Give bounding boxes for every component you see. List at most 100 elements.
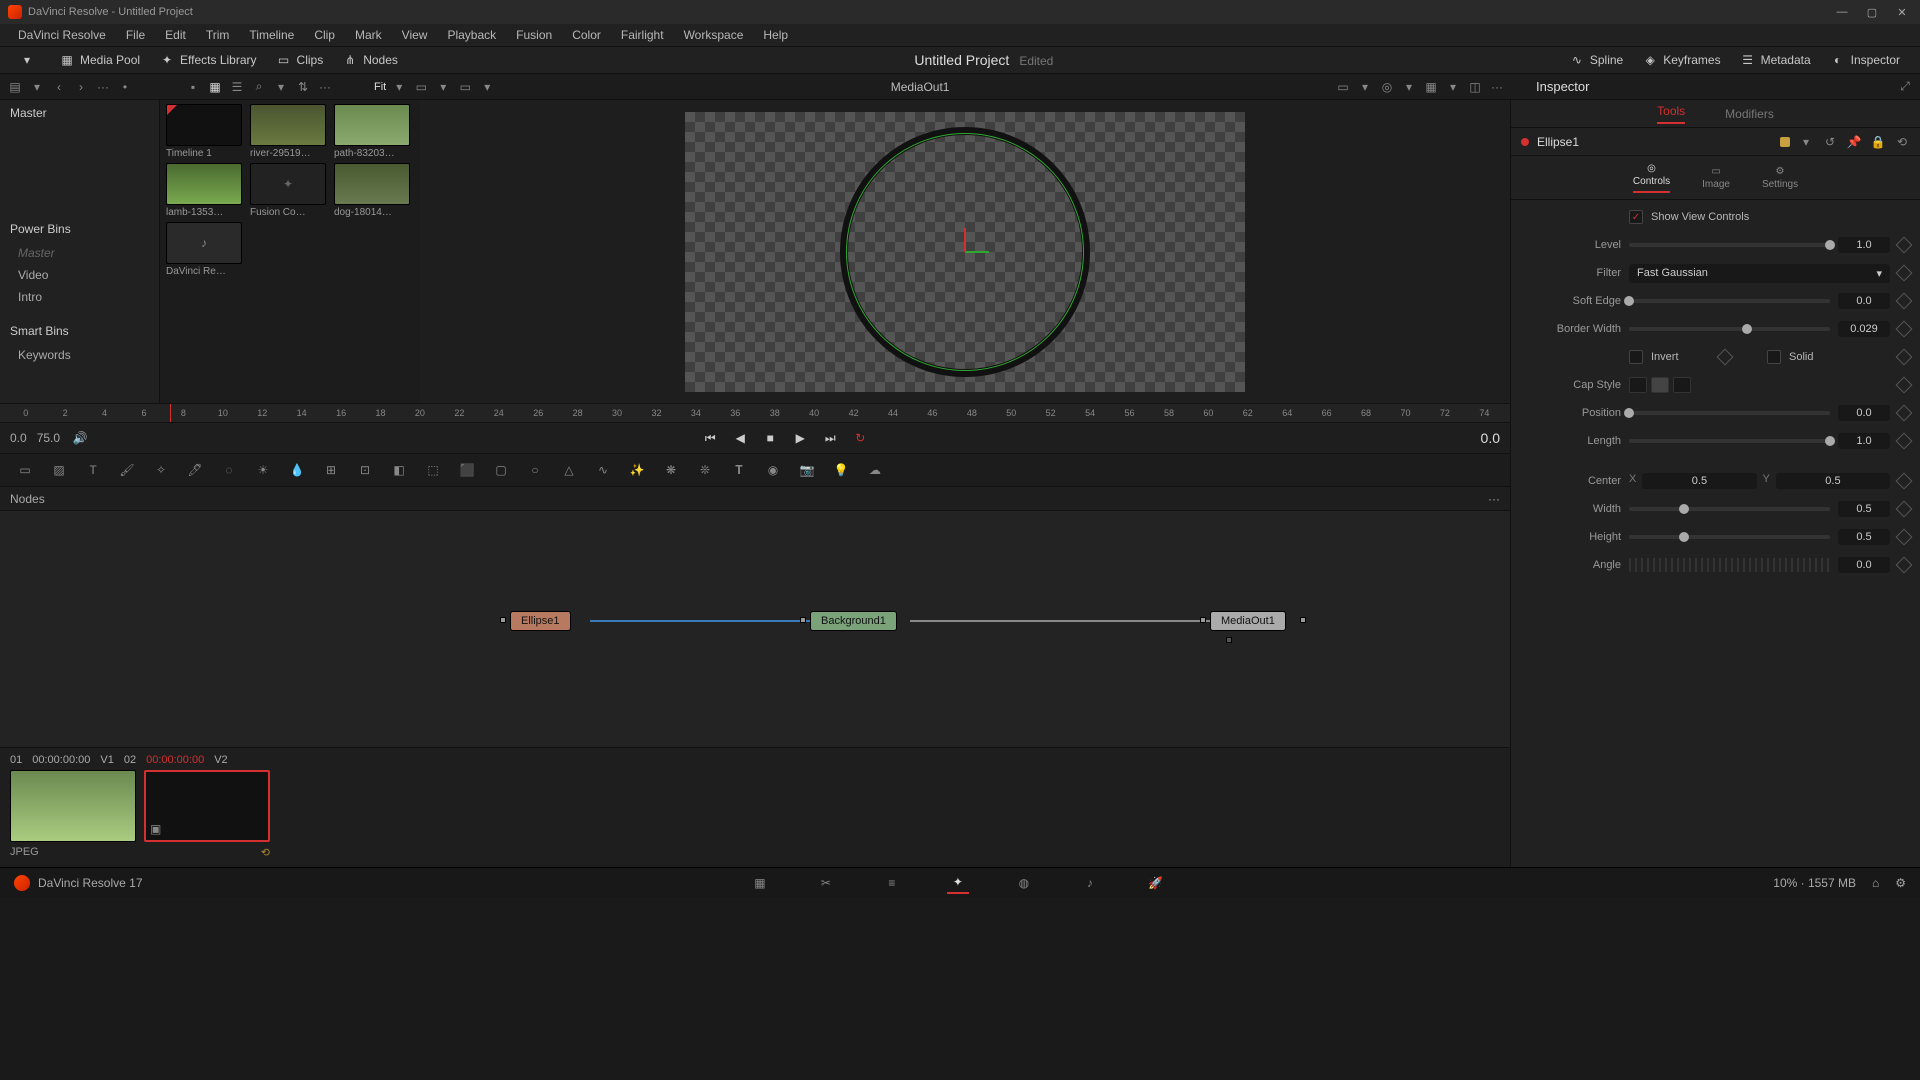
merge-tool-icon[interactable]: ⊞ (320, 459, 342, 481)
search-icon[interactable]: ⌕ (250, 78, 268, 96)
menu-help[interactable]: Help (753, 28, 798, 42)
clip-timeline1[interactable]: Timeline 1 (164, 104, 244, 159)
border-width-value[interactable]: 0.029 (1838, 321, 1890, 337)
more-icon[interactable]: ··· (316, 78, 334, 96)
deliver-page-icon[interactable]: 🚀 (1145, 872, 1167, 894)
audio-icon[interactable]: 🔊 (70, 428, 90, 448)
smart-bin-keywords[interactable]: Keywords (0, 344, 159, 366)
chevron-down-icon[interactable]: ▾ (478, 78, 496, 96)
paint-tool-icon[interactable]: 🖌 (116, 459, 138, 481)
nav-fwd-icon[interactable]: › (72, 78, 90, 96)
keyframes-toggle[interactable]: ◈Keyframes (1633, 49, 1730, 71)
multi-view-icon[interactable]: ▦ (1422, 78, 1440, 96)
sort-icon[interactable]: ⇅ (294, 78, 312, 96)
chevron-down-icon[interactable]: ▾ (434, 78, 452, 96)
lock-icon[interactable]: 🔒 (1870, 134, 1886, 150)
thumb-grid-icon[interactable]: ▦ (206, 78, 224, 96)
particles-tool-icon[interactable]: ✨ (626, 459, 648, 481)
close-button[interactable]: ✕ (1892, 5, 1912, 19)
tracker-tool-icon[interactable]: ✧ (150, 459, 172, 481)
tab-tools[interactable]: Tools (1657, 104, 1685, 124)
power-bin-master[interactable]: Master (0, 242, 159, 264)
tray-sync-icon[interactable]: ⟲ (261, 846, 270, 859)
center-y-value[interactable]: 0.5 (1776, 473, 1890, 489)
go-start-button[interactable]: ⏮ (700, 428, 720, 448)
center-keyframe[interactable] (1896, 473, 1913, 490)
subtab-settings[interactable]: ⚙Settings (1762, 166, 1798, 190)
settings-icon[interactable]: ⚙ (1895, 876, 1906, 890)
port-in[interactable] (500, 617, 506, 623)
shape3d-tool-icon[interactable]: ◉ (762, 459, 784, 481)
solid-keyframe[interactable] (1896, 349, 1913, 366)
power-bin-video[interactable]: Video (0, 264, 159, 286)
swatch-icon[interactable] (1780, 137, 1790, 147)
soft-edge-value[interactable]: 0.0 (1838, 293, 1890, 309)
node-mediaout1[interactable]: MediaOut1 (1210, 611, 1286, 631)
range-end[interactable]: 75.0 (37, 431, 60, 445)
cap-round[interactable] (1673, 377, 1691, 393)
show-view-checkbox[interactable]: ✓ (1629, 210, 1643, 224)
more-icon[interactable]: ··· (94, 78, 112, 96)
angle-value[interactable]: 0.0 (1838, 557, 1890, 573)
filter-dropdown[interactable]: Fast Gaussian▾ (1629, 264, 1890, 283)
clip-path[interactable]: path-83203… (332, 104, 412, 159)
height-slider[interactable] (1629, 535, 1830, 539)
color-tool-icon[interactable]: 🖊 (184, 459, 206, 481)
chevron-down-icon[interactable]: ▾ (272, 78, 290, 96)
view-b-icon[interactable]: ▭ (456, 78, 474, 96)
versions-icon[interactable]: ↺ (1822, 134, 1838, 150)
rectangle-mask-icon[interactable]: ▢ (490, 459, 512, 481)
options-icon[interactable]: ··· (1488, 78, 1506, 96)
smart-bins-header[interactable]: Smart Bins (0, 318, 159, 344)
power-bin-intro[interactable]: Intro (0, 286, 159, 308)
master-bin[interactable]: Master (0, 100, 159, 126)
invert-keyframe[interactable] (1717, 349, 1734, 366)
polygon-mask-icon[interactable]: △ (558, 459, 580, 481)
solid-checkbox[interactable] (1767, 350, 1781, 364)
clips-toggle[interactable]: ▭Clips (267, 49, 334, 71)
subtab-image[interactable]: ▭Image (1702, 166, 1730, 190)
clip-river[interactable]: river-29519… (248, 104, 328, 159)
invert-checkbox[interactable] (1629, 350, 1643, 364)
stop-button[interactable]: ■ (760, 428, 780, 448)
nodes-options-icon[interactable]: ··· (1488, 492, 1500, 506)
color-page-icon[interactable]: ◍ (1013, 872, 1035, 894)
node-graph[interactable]: Ellipse1 Background1 MediaOut1 (0, 511, 1510, 747)
power-bins-header[interactable]: Power Bins (0, 216, 159, 242)
maximize-button[interactable]: ▢ (1862, 5, 1882, 19)
text3d-tool-icon[interactable]: 𝐓 (728, 459, 750, 481)
level-keyframe[interactable] (1896, 237, 1913, 254)
port-view[interactable] (1226, 637, 1232, 643)
text-tool-icon[interactable]: T (82, 459, 104, 481)
level-slider[interactable] (1629, 243, 1830, 247)
reset-icon[interactable]: ⟲ (1894, 134, 1910, 150)
border-width-keyframe[interactable] (1896, 321, 1913, 338)
tray-clip-2[interactable]: ▣ (144, 770, 270, 842)
minimize-button[interactable]: — (1832, 5, 1852, 19)
view-a-icon[interactable]: ▭ (412, 78, 430, 96)
home-icon[interactable]: ⌂ (1872, 876, 1879, 890)
cap-style-keyframe[interactable] (1896, 377, 1913, 394)
step-back-button[interactable]: ◀ (730, 428, 750, 448)
node-background1[interactable]: Background1 (810, 611, 897, 631)
bspline-mask-icon[interactable]: ∿ (592, 459, 614, 481)
node-color-dot[interactable] (1521, 138, 1529, 146)
background-tool-icon[interactable]: ▭ (14, 459, 36, 481)
menu-playback[interactable]: Playback (437, 28, 506, 42)
chevron-down-icon[interactable]: ▾ (1400, 78, 1418, 96)
width-value[interactable]: 0.5 (1838, 501, 1890, 517)
angle-keyframe[interactable] (1896, 557, 1913, 574)
menu-clip[interactable]: Clip (304, 28, 345, 42)
matte-tool-icon[interactable]: ◧ (388, 459, 410, 481)
pin-icon[interactable]: 📌 (1846, 134, 1862, 150)
nav-back-icon[interactable]: ‹ (50, 78, 68, 96)
menu-file[interactable]: File (116, 28, 155, 42)
media-pool-toggle[interactable]: ▦Media Pool (50, 49, 150, 71)
subtab-controls[interactable]: ◎Controls (1633, 163, 1670, 193)
fusion-page-icon[interactable]: ✦ (947, 872, 969, 894)
pemitter-tool-icon[interactable]: ❊ (694, 459, 716, 481)
clip-audio-dr[interactable]: ♪DaVinci Re… (164, 222, 244, 277)
menu-view[interactable]: View (392, 28, 438, 42)
inspector-toggle[interactable]: ◐Inspector (1821, 49, 1910, 71)
length-keyframe[interactable] (1896, 433, 1913, 450)
